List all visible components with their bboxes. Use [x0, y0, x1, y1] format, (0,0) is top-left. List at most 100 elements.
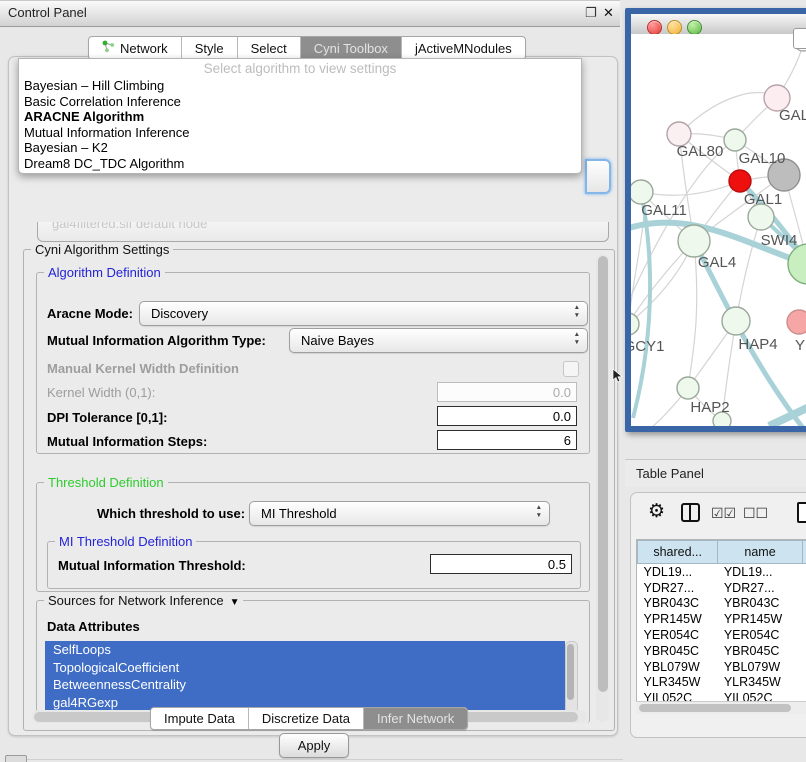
settings-vertical-scrollbar[interactable] — [596, 254, 609, 722]
tab-style[interactable]: Style — [182, 37, 238, 59]
table-row[interactable]: YPR145WYPR145W9. — [638, 611, 806, 627]
tab-label: jActiveMNodules — [415, 41, 512, 56]
table-row[interactable]: YLR345WYLR345W9. — [638, 675, 806, 691]
tab-impute-data[interactable]: Impute Data — [151, 708, 249, 729]
mouse-cursor — [612, 369, 624, 383]
node-label-gal1: GAL1 — [744, 191, 782, 208]
node-label-gal10: GAL10 — [739, 150, 786, 167]
tab-jactivemnodules[interactable]: jActiveMNodules — [402, 37, 525, 59]
mi-type-value: Naive Bayes — [301, 333, 374, 348]
table-panel-titlebar: Table Panel — [625, 460, 806, 487]
table-row[interactable]: YER054CYER054C8. — [638, 627, 806, 643]
select-all-checkboxes-icon[interactable]: ☑☑ — [711, 505, 736, 522]
mi-type-label: Mutual Information Algorithm Type: — [47, 333, 266, 348]
tab-label: Impute Data — [164, 711, 235, 726]
partial-control-box[interactable] — [793, 28, 806, 49]
dpi-tolerance-field[interactable] — [437, 406, 577, 426]
table-row[interactable]: YDR27...YDR27...12 — [638, 580, 806, 596]
sources-title[interactable]: Sources for Network Inference▼ — [44, 593, 243, 608]
network-node-swi4[interactable] — [788, 244, 806, 284]
dock-icon[interactable] — [5, 755, 27, 762]
network-node-gal4[interactable] — [678, 225, 710, 257]
screen: Control Panel ❐ ✕ gal4filtered.sif defau… — [0, 0, 806, 762]
scrollbar-thumb[interactable] — [639, 704, 791, 712]
algorithm-option-aracne-algorithm[interactable]: ARACNE Algorithm — [19, 109, 581, 125]
mac-close-button[interactable] — [647, 20, 662, 35]
network-node-hap2[interactable] — [677, 377, 699, 399]
node-label-gal: GAL — [779, 107, 806, 124]
tab-cyni-toolbox[interactable]: Cyni Toolbox — [301, 37, 402, 59]
attribute-selfloops[interactable]: SelfLoops — [45, 641, 565, 659]
table-cell: YBR043C — [638, 596, 718, 612]
algorithm-option-bayesian-k2[interactable]: Bayesian – K2 — [19, 140, 581, 156]
table-row[interactable]: YBL079WYBL079W — [638, 659, 806, 675]
tab-network[interactable]: Network — [89, 37, 182, 59]
table-row[interactable]: YBR045CYBR045C9. — [638, 643, 806, 659]
kernel-width-field[interactable] — [437, 382, 577, 402]
table-row[interactable]: YBR043CYBR043C — [638, 596, 806, 612]
tab-discretize-data[interactable]: Discretize Data — [249, 708, 364, 729]
tab-infer-network[interactable]: Infer Network — [364, 708, 467, 729]
network-node-gal10[interactable] — [724, 129, 746, 151]
float-window-icon[interactable]: ❐ — [585, 5, 597, 21]
table-cell: 9. — [802, 675, 806, 691]
clear-checkboxes-icon[interactable]: ☐☐ — [743, 505, 768, 522]
network-graph: GALGAL80GAL10GAL1GAL11SWI4GAL4GCY1HAP4YH… — [631, 34, 806, 426]
columns-icon[interactable] — [681, 503, 700, 522]
network-node-gal11[interactable] — [631, 180, 653, 204]
attributes-scrollbar[interactable] — [565, 641, 578, 713]
network-node-hap4[interactable] — [722, 307, 750, 335]
table-panel-title: Table Panel — [636, 466, 704, 481]
table-row[interactable]: YDL19...YDL19...13 — [638, 564, 806, 580]
column-header-shared[interactable]: shared... — [638, 541, 718, 564]
table-cell: YPR145W — [638, 611, 718, 627]
algorithm-option-dream8-dc-tdc-algorithm[interactable]: Dream8 DC_TDC Algorithm — [19, 156, 581, 172]
tab-label: Cyni Toolbox — [314, 41, 388, 56]
column-header-a[interactable]: A — [802, 541, 806, 564]
apply-button[interactable]: Apply — [279, 733, 349, 758]
mac-minimize-button[interactable] — [667, 20, 682, 35]
data-source-combo[interactable]: gal4filtered.sif default node — [37, 222, 609, 242]
inference-algorithm-combo-fragment[interactable] — [585, 159, 611, 194]
tab-label: Style — [195, 41, 224, 56]
table-horizontal-scrollbar[interactable] — [636, 701, 806, 714]
sources-group: Sources for Network Inference▼ Data Attr… — [36, 600, 590, 723]
network-node-gal1[interactable] — [729, 170, 751, 192]
data-attributes-list[interactable]: SelfLoopsTopologicalCoefficientBetweenne… — [45, 641, 565, 711]
scrollbar-thumb[interactable] — [598, 256, 608, 692]
gear-icon[interactable]: ⚙ — [648, 500, 665, 523]
which-threshold-value: MI Threshold — [261, 506, 337, 521]
data-attributes-label: Data Attributes — [47, 619, 140, 634]
export-table-icon[interactable] — [797, 502, 806, 523]
column-header-name[interactable]: name — [718, 541, 802, 564]
manual-kernel-checkbox[interactable] — [563, 361, 579, 377]
algorithm-option-bayesian-hill-climbing[interactable]: Bayesian – Hill Climbing — [19, 78, 581, 94]
node-label-hap2: HAP2 — [690, 399, 729, 416]
data-source-value: gal4filtered.sif default node — [52, 222, 207, 231]
algorithm-list: Bayesian – Hill ClimbingBasic Correlatio… — [19, 78, 581, 172]
which-threshold-combo[interactable]: MI Threshold ▲▼ — [249, 501, 550, 526]
table-header-row[interactable]: shared...nameA — [638, 541, 806, 564]
algorithm-option-mutual-information-inference[interactable]: Mutual Information Inference — [19, 125, 581, 141]
algorithm-option-basic-correlation-inference[interactable]: Basic Correlation Inference — [19, 94, 581, 110]
network-window-titlebar[interactable] — [631, 14, 806, 35]
mac-zoom-button[interactable] — [687, 20, 702, 35]
algorithm-dropdown-popup: Select algorithm to view settings Bayesi… — [18, 58, 582, 174]
mi-threshold-title: MI Threshold Definition — [55, 534, 196, 549]
network-canvas[interactable]: GALGAL80GAL10GAL1GAL11SWI4GAL4GCY1HAP4YH… — [631, 34, 806, 426]
mi-threshold-field[interactable] — [430, 554, 572, 574]
mi-steps-field[interactable] — [437, 430, 577, 450]
dpi-tolerance-label: DPI Tolerance [0,1]: — [47, 410, 167, 425]
aracne-mode-combo[interactable]: Discovery ▲▼ — [139, 301, 588, 326]
scrollbar-thumb[interactable] — [567, 644, 574, 700]
network-node-y[interactable] — [787, 310, 806, 334]
close-icon[interactable]: ✕ — [603, 5, 614, 21]
algorithm-definition-title: Algorithm Definition — [44, 265, 165, 280]
node-table[interactable]: shared...nameA YDL19...YDL19...13YDR27..… — [636, 539, 806, 709]
stepper-icon: ▲▼ — [574, 304, 580, 320]
mi-type-combo[interactable]: Naive Bayes ▲▼ — [289, 328, 588, 353]
attribute-betweennesscentrality[interactable]: BetweennessCentrality — [45, 676, 565, 694]
tab-select[interactable]: Select — [238, 37, 301, 59]
attribute-topologicalcoefficient[interactable]: TopologicalCoefficient — [45, 659, 565, 677]
tab-label: Discretize Data — [262, 711, 350, 726]
